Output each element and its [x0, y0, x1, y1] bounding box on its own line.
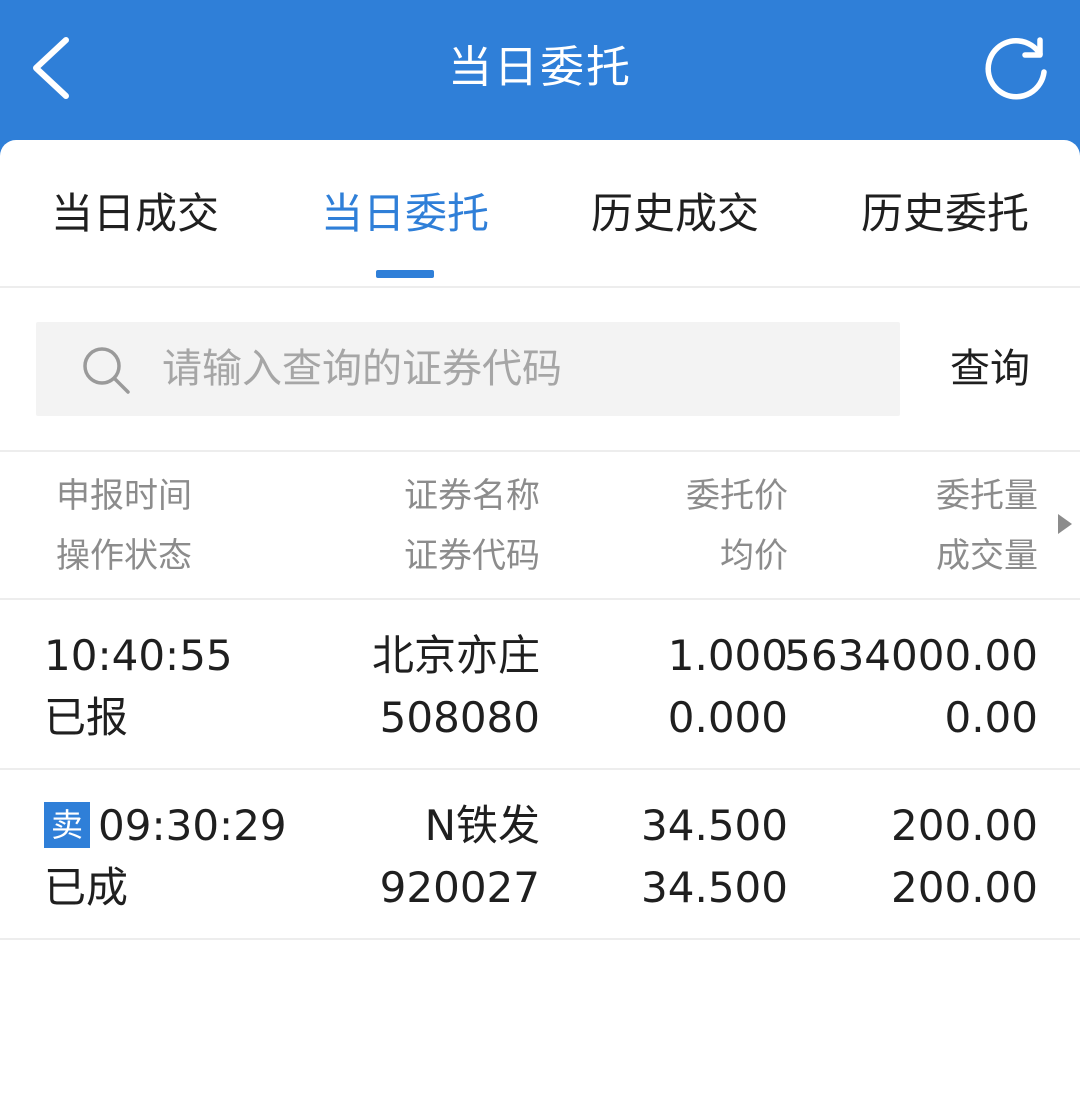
table-row[interactable]: 卖 09:30:29 已成 N铁发 920027 34.500 34.500 20…: [0, 770, 1080, 940]
avg-price: 0.000: [667, 693, 788, 742]
search-input[interactable]: [162, 322, 882, 416]
refresh-button[interactable]: [982, 34, 1052, 106]
header-status: 操作状态: [56, 536, 192, 576]
scroll-right-arrow-icon[interactable]: [1058, 514, 1072, 534]
order-status: 已报: [44, 693, 129, 742]
header-security-code: 证券代码: [404, 536, 540, 576]
app-screen: 当日委托 当日成交 当日委托 历史成交 历史委托 查询: [0, 0, 1080, 1099]
header-filled-qty: 成交量: [936, 536, 1038, 576]
security-code: 920027: [379, 863, 540, 912]
filled-qty: 0.00: [944, 693, 1038, 742]
tab-history-trades[interactable]: 历史成交: [540, 184, 810, 244]
content-panel: 当日成交 当日委托 历史成交 历史委托 查询 申报时间 操作状态 证券名称 证券…: [0, 140, 1080, 1099]
active-tab-indicator: [376, 270, 434, 278]
header-security-name: 证券名称: [404, 476, 540, 516]
page-title: 当日委托: [448, 42, 632, 93]
table-row[interactable]: 10:40:55 已报 北京亦庄 508080 1.000 0.000 5634…: [0, 600, 1080, 770]
header-avg-price: 均价: [720, 536, 788, 576]
security-name: N铁发: [424, 801, 540, 850]
avg-price: 34.500: [641, 863, 788, 912]
search-box: [36, 322, 900, 416]
order-status: 已成: [44, 863, 129, 912]
filled-qty: 200.00: [891, 863, 1038, 912]
sell-badge: 卖: [44, 802, 90, 848]
security-name: 北京亦庄: [371, 631, 540, 680]
security-code: 508080: [379, 693, 540, 742]
header-order-qty: 委托量: [936, 476, 1038, 516]
search-icon: [83, 347, 130, 394]
tab-bar: 当日成交 当日委托 历史成交 历史委托: [0, 140, 1080, 288]
order-time: 卖 09:30:29: [44, 796, 287, 856]
order-qty: 200.00: [891, 801, 1038, 850]
search-row: 查询: [0, 288, 1080, 452]
header-order-price: 委托价: [686, 476, 788, 516]
refresh-icon: [985, 37, 1047, 100]
top-bar: 当日委托: [0, 0, 1080, 140]
query-button[interactable]: 查询: [930, 322, 1050, 416]
tab-daily-trades[interactable]: 当日成交: [0, 184, 270, 244]
header-declare-time: 申报时间: [56, 476, 192, 516]
tab-history-orders[interactable]: 历史委托: [810, 184, 1080, 244]
order-price: 1.000: [667, 631, 788, 680]
tab-daily-orders[interactable]: 当日委托: [270, 184, 540, 244]
order-qty: 5634000.00: [784, 631, 1038, 680]
order-price: 34.500: [641, 801, 788, 850]
order-time: 10:40:55: [44, 631, 233, 680]
table-header: 申报时间 操作状态 证券名称 证券代码 委托价 均价 委托量 成交量: [0, 452, 1080, 600]
